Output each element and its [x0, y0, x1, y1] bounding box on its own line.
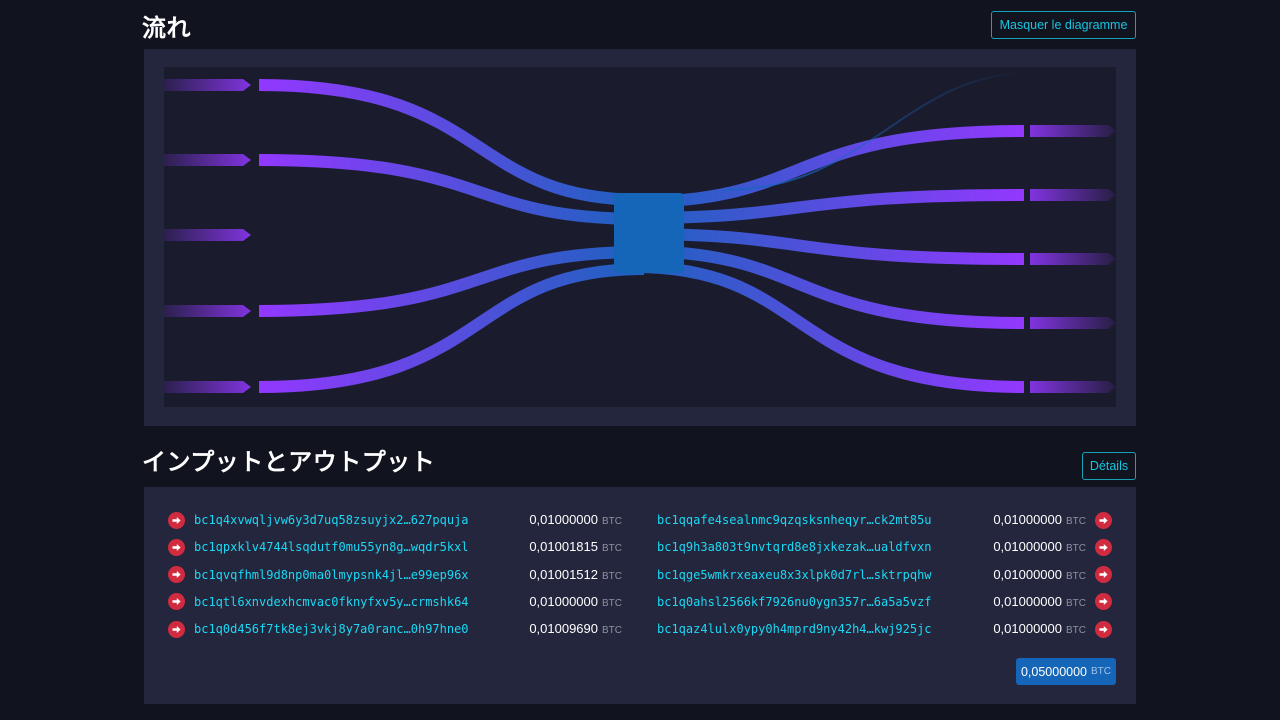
flow-title: 流れ: [142, 14, 191, 42]
flow-diagram-panel: [144, 49, 1136, 426]
output-amount-unit: BTC: [1066, 570, 1086, 582]
input-stub: [164, 229, 251, 241]
output-amount: 0,01000000 BTC: [993, 512, 1086, 527]
output-amount-value: 0,01000000: [993, 512, 1062, 527]
input-amount-value: 0,01000000: [529, 593, 598, 609]
output-address-link[interactable]: bc1qge5wmkrxeaxeu8x3xlpk0d7rl…sktrpqhw: [657, 564, 932, 586]
output-stub: [1030, 253, 1116, 265]
output-amount-unit: BTC: [1066, 516, 1086, 527]
input-amount: 0,01000000 BTC: [529, 512, 622, 527]
total-unit: BTC: [1091, 666, 1112, 677]
output-amount: 0,01000000 BTC: [993, 539, 1086, 554]
output-amount: 0,01000000 BTC: [993, 567, 1086, 582]
output-arrow-icon[interactable]: [1095, 620, 1112, 638]
input-amount: 0,01001815 BTC: [529, 539, 622, 554]
output-address-link[interactable]: bc1q0ahsl2566kf7926nu0ygn357r…6a5a5vzf: [657, 591, 932, 613]
output-amount-value: 0,01000000: [993, 593, 1062, 609]
output-amount-value: 0,01000000: [993, 621, 1062, 637]
input-stub: [164, 154, 251, 166]
output-amount: 0,01000000 BTC: [993, 621, 1086, 636]
output-address-link[interactable]: bc1qaz4lulx0ypy0h4mprd9ny42h4…kwj925jc: [657, 618, 932, 640]
input-amount-unit: BTC: [602, 597, 622, 609]
input-stub: [164, 305, 251, 317]
total-amount: 0,05000000: [1020, 664, 1088, 679]
input-address-link[interactable]: bc1qtl6xnvdexhcmvac0fknyfxv5y…crmshk64: [194, 591, 469, 613]
io-title: インプットとアウトプット: [142, 448, 436, 476]
output-stub: [1030, 381, 1116, 393]
output-stub: [1030, 317, 1116, 329]
input-amount-unit: BTC: [602, 625, 622, 637]
output-arrow-icon[interactable]: [1095, 566, 1112, 584]
input-amount-value: 0,01000000: [529, 512, 598, 527]
output-address-link[interactable]: bc1qqafe4sealnmc9qzqsksnheqyr…ck2mt85u: [657, 509, 932, 531]
input-arrow-icon[interactable]: [168, 538, 185, 556]
flow-diagram: [164, 67, 1116, 407]
sankey-svg: [164, 72, 1116, 393]
input-amount-unit: BTC: [602, 570, 622, 582]
input-amount: 0,01000000 BTC: [529, 594, 622, 609]
input-address-link[interactable]: bc1q4xvwqljvw6y3d7uq58zsuyjx2…627pquja: [194, 509, 469, 531]
input-stub: [164, 79, 251, 91]
input-arrow-icon[interactable]: [168, 511, 185, 529]
output-arrow-icon[interactable]: [1095, 593, 1112, 611]
input-amount-unit: BTC: [602, 543, 622, 555]
input-flow-band: [258, 246, 645, 317]
input-address-link[interactable]: bc1q0d456f7tk8ej3vkj8y7a0ranc…0h97hne0: [194, 618, 469, 640]
output-amount-unit: BTC: [1066, 543, 1086, 555]
input-arrow-icon[interactable]: [168, 620, 185, 638]
output-amount-value: 0,01000000: [993, 539, 1062, 555]
input-address-link[interactable]: bc1qvqfhml9d8np0ma0lmypsnk4jl…e99ep96x: [194, 564, 469, 586]
output-address-link[interactable]: bc1q9h3a803t9nvtqrd8e8jxkezak…ualdfvxn: [657, 536, 932, 558]
flow-lines: [258, 72, 1025, 393]
input-arrow-icon[interactable]: [168, 593, 185, 611]
input-amount: 0,01009690 BTC: [529, 621, 622, 636]
output-arrow-icon[interactable]: [1095, 511, 1112, 529]
input-arrow-icon[interactable]: [168, 566, 185, 584]
total-amount-badge: 0,05000000 BTC: [1016, 658, 1116, 685]
io-panel: bc1q4xvwqljvw6y3d7uq58zsuyjx2…627pquja 0,…: [144, 487, 1136, 704]
input-amount-value: 0,01001512: [529, 566, 598, 582]
output-amount-unit: BTC: [1066, 597, 1086, 609]
output-amount-value: 0,01000000: [993, 566, 1062, 582]
input-amount-value: 0,01009690: [529, 621, 598, 637]
output-stub: [1030, 189, 1116, 201]
hide-diagram-button[interactable]: Masquer le diagramme: [991, 11, 1136, 39]
transaction-node: [614, 193, 684, 273]
output-arrow-icon[interactable]: [1095, 538, 1112, 556]
output-stub: [1030, 125, 1116, 137]
output-amount: 0,01000000 BTC: [993, 594, 1086, 609]
input-amount-unit: BTC: [602, 516, 622, 527]
input-stub: [164, 381, 251, 393]
details-button[interactable]: Détails: [1082, 452, 1136, 480]
input-amount: 0,01001512 BTC: [529, 567, 622, 582]
input-amount-value: 0,01001815: [529, 539, 598, 555]
input-address-link[interactable]: bc1qpxklv4744lsqdutf0mu55yn8g…wqdr5kxl: [194, 536, 469, 558]
output-amount-unit: BTC: [1066, 625, 1086, 637]
